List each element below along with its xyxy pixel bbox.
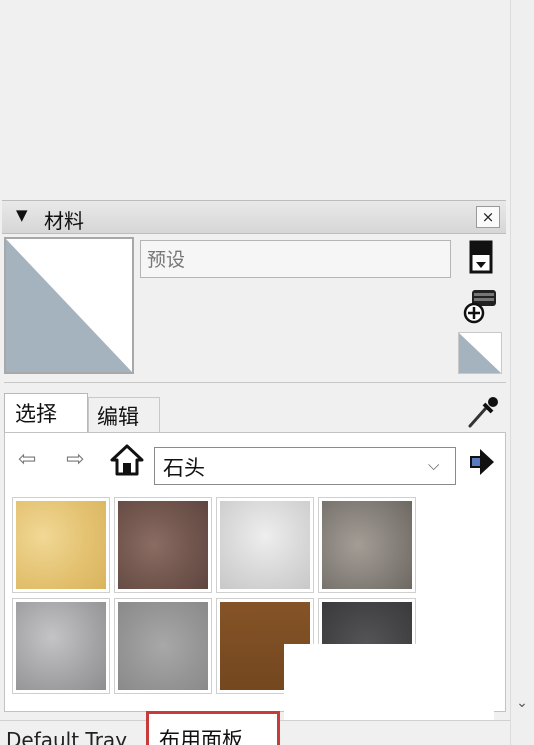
sample-paint-button[interactable] bbox=[466, 240, 496, 276]
swatch-texture bbox=[220, 501, 310, 589]
collection-select[interactable]: 石头 bbox=[154, 447, 456, 485]
tray-tab-default[interactable]: Default Tray bbox=[6, 728, 127, 745]
swatch-texture bbox=[16, 602, 106, 690]
default-material-icon bbox=[459, 333, 501, 373]
scrollbar[interactable] bbox=[510, 0, 534, 745]
eyedropper-button[interactable] bbox=[462, 394, 502, 430]
collapse-triangle-icon[interactable]: ▼ bbox=[16, 206, 28, 224]
scroll-down-arrow-icon[interactable]: ⌄ bbox=[512, 694, 532, 712]
material-preview bbox=[4, 237, 134, 374]
material-swatch[interactable] bbox=[114, 497, 212, 593]
home-icon bbox=[110, 444, 144, 476]
details-arrow-icon bbox=[470, 449, 494, 475]
swatch-texture bbox=[16, 501, 106, 589]
tab-select[interactable]: 选择 bbox=[4, 393, 88, 433]
details-button[interactable] bbox=[466, 446, 498, 478]
material-swatch[interactable] bbox=[12, 497, 110, 593]
swatch-texture bbox=[118, 602, 208, 690]
forward-arrow-icon[interactable]: ⇨ bbox=[66, 447, 84, 472]
close-button[interactable]: × bbox=[476, 206, 500, 228]
chevron-down-icon[interactable]: ⌵ bbox=[428, 456, 439, 474]
material-swatch[interactable] bbox=[12, 598, 110, 694]
eyedropper-icon bbox=[468, 397, 498, 428]
default-material-swatch[interactable] bbox=[458, 332, 502, 374]
swatch-texture bbox=[118, 501, 208, 589]
material-swatch[interactable] bbox=[318, 497, 416, 593]
panel-title: 材料 bbox=[44, 209, 84, 233]
material-name-field[interactable]: 预设 bbox=[140, 240, 451, 278]
create-material-icon bbox=[463, 290, 496, 324]
create-material-button[interactable] bbox=[460, 286, 500, 324]
material-swatch[interactable] bbox=[114, 598, 212, 694]
tab-edit[interactable]: 编辑 bbox=[88, 397, 160, 433]
back-arrow-icon[interactable]: ⇦ bbox=[18, 447, 36, 472]
tray-tab-panel[interactable]: 布用面板 bbox=[146, 711, 280, 745]
material-swatch[interactable] bbox=[216, 497, 314, 593]
swatch-texture bbox=[322, 501, 412, 589]
preview-triangle-icon bbox=[6, 239, 132, 372]
separator bbox=[4, 382, 506, 383]
home-button[interactable] bbox=[110, 444, 144, 476]
paint-sample-icon bbox=[469, 240, 493, 274]
